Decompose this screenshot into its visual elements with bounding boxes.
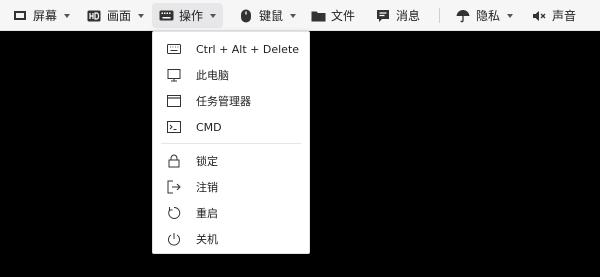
chevron-down-icon <box>289 12 297 20</box>
menu-item-lock[interactable]: 锁定 <box>153 148 309 174</box>
menu-item-label: 任务管理器 <box>196 95 251 108</box>
toolbar-files-button[interactable]: 文件 <box>304 0 361 31</box>
toolbar-privacy-button[interactable]: 隐私 <box>449 0 520 31</box>
menu-item-label: 注销 <box>196 181 218 194</box>
restart-icon <box>167 206 181 220</box>
folder-icon <box>310 8 326 24</box>
keyboard-icon <box>158 8 174 24</box>
toolbar-keyboard-mouse-label: 键鼠 <box>259 8 284 23</box>
chevron-down-icon <box>63 12 71 20</box>
monitor-icon <box>12 8 28 24</box>
lock-icon <box>167 154 181 168</box>
menu-item-label: Ctrl + Alt + Delete <box>196 42 300 56</box>
menu-item-label: 重启 <box>196 207 218 220</box>
window-icon <box>167 94 181 108</box>
toolbar-sound-button[interactable]: 声音 <box>525 0 582 31</box>
computer-icon <box>167 68 181 82</box>
menu-item-label: CMD <box>196 120 222 134</box>
toolbar-keyboard-mouse-button[interactable]: 键鼠 <box>232 0 303 31</box>
chevron-down-icon <box>209 12 217 20</box>
toolbar-operations-button[interactable]: 操作 <box>152 3 224 28</box>
terminal-icon <box>167 120 181 134</box>
toolbar-divider <box>439 8 440 23</box>
toolbar-operations-label: 操作 <box>179 8 204 23</box>
chevron-down-icon <box>506 12 514 20</box>
menu-item-ctrl-alt-delete[interactable]: Ctrl + Alt + Delete <box>153 36 309 62</box>
toolbar-image-button[interactable]: 画面 <box>80 0 151 31</box>
keyboard-icon <box>167 42 181 56</box>
toolbar-screen-button[interactable]: 屏幕 <box>6 0 77 31</box>
menu-item-shutdown[interactable]: 关机 <box>153 226 309 252</box>
menu-item-cmd[interactable]: CMD <box>153 114 309 140</box>
toolbar-messages-button[interactable]: 消息 <box>369 0 426 31</box>
menu-divider <box>161 143 301 144</box>
speaker-muted-icon <box>531 8 547 24</box>
toolbar-privacy-label: 隐私 <box>476 8 501 23</box>
menu-item-label: 关机 <box>196 233 218 246</box>
menu-item-this-pc[interactable]: 此电脑 <box>153 62 309 88</box>
mouse-icon <box>238 8 254 24</box>
toolbar-screen-label: 屏幕 <box>33 8 58 23</box>
chevron-down-icon <box>137 12 145 20</box>
menu-item-restart[interactable]: 重启 <box>153 200 309 226</box>
remote-toolbar: 屏幕 画面 操作 键鼠 文件 消息 隐私 声音 <box>0 0 600 31</box>
toolbar-image-label: 画面 <box>107 8 132 23</box>
power-icon <box>167 232 181 246</box>
menu-item-label: 锁定 <box>196 155 218 168</box>
logout-icon <box>167 180 181 194</box>
menu-item-logout[interactable]: 注销 <box>153 174 309 200</box>
operations-menu: Ctrl + Alt + Delete 此电脑 任务管理器 CMD 锁定 注销 … <box>152 31 310 254</box>
menu-item-label: 此电脑 <box>196 69 229 82</box>
hd-icon <box>86 8 102 24</box>
toolbar-sound-label: 声音 <box>552 8 577 23</box>
remote-desktop-page: 屏幕 画面 操作 键鼠 文件 消息 隐私 声音 Ctrl + Alt + Del… <box>0 0 600 277</box>
toolbar-files-label: 文件 <box>331 8 356 23</box>
toolbar-messages-label: 消息 <box>396 8 421 23</box>
message-icon <box>375 8 391 24</box>
menu-item-task-manager[interactable]: 任务管理器 <box>153 88 309 114</box>
umbrella-icon <box>455 8 471 24</box>
